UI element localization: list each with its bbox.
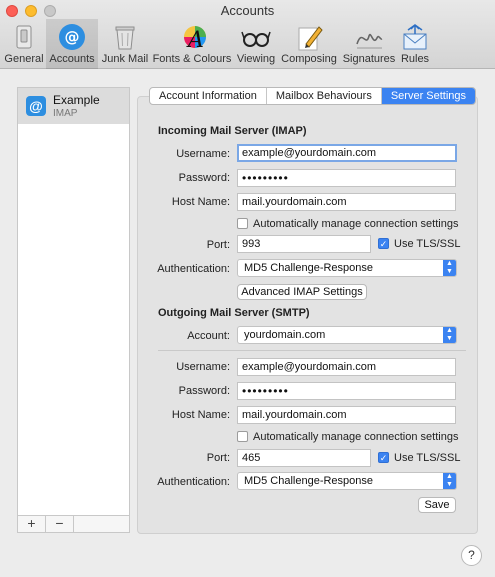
svg-text:@: @ xyxy=(65,28,80,46)
outgoing-section-title: Outgoing Mail Server (SMTP) xyxy=(158,307,310,319)
outgoing-tls-label: Use TLS/SSL xyxy=(394,452,461,464)
glasses-icon xyxy=(241,31,271,47)
chevron-up-down-icon: ▲ ▼ xyxy=(443,260,456,276)
outgoing-port-label: Port: xyxy=(206,452,230,464)
account-name: Example xyxy=(53,93,100,107)
toolbar-item-signatures[interactable]: Signatures xyxy=(340,19,398,69)
incoming-auth-value: MD5 Challenge-Response xyxy=(244,262,374,274)
incoming-tls-label: Use TLS/SSL xyxy=(394,238,461,250)
incoming-username-field[interactable]: example@yourdomain.com xyxy=(237,144,457,162)
outgoing-port-field[interactable]: 465 xyxy=(237,449,371,467)
pencil-icon xyxy=(298,26,323,51)
toolbar: Accounts General @ Accounts Junk Mail A … xyxy=(0,0,495,69)
incoming-tls-checkbox[interactable]: ✓ xyxy=(378,238,389,249)
toolbar-item-viewing[interactable]: Viewing xyxy=(234,19,278,69)
switch-icon xyxy=(16,25,32,49)
incoming-password-field[interactable]: ••••••••• xyxy=(237,169,456,187)
remove-account-button[interactable]: − xyxy=(46,516,74,532)
toolbar-label-rules: Rules xyxy=(400,53,430,65)
tab-account-information[interactable]: Account Information xyxy=(150,88,267,104)
add-account-button[interactable]: + xyxy=(18,516,46,532)
accounts-preferences-window: Accounts General @ Accounts Junk Mail A … xyxy=(0,0,495,577)
tab-mailbox-behaviours[interactable]: Mailbox Behaviours xyxy=(267,88,382,104)
outgoing-auth-select[interactable]: MD5 Challenge-Response ▲ ▼ xyxy=(237,472,457,490)
tab-server-settings[interactable]: Server Settings xyxy=(381,88,476,104)
toolbar-label-accounts: Accounts xyxy=(49,53,95,65)
incoming-port-field[interactable]: 993 xyxy=(237,235,371,253)
incoming-auto-manage-checkbox[interactable] xyxy=(237,218,248,229)
incoming-host-label: Host Name: xyxy=(171,196,230,208)
svg-text:A: A xyxy=(186,28,204,52)
incoming-port-label: Port: xyxy=(206,239,230,251)
toolbar-item-fonts-colours[interactable]: A Fonts & Colours xyxy=(152,19,232,69)
incoming-auth-select[interactable]: MD5 Challenge-Response ▲ ▼ xyxy=(237,259,457,277)
chevron-up-down-icon: ▲ ▼ xyxy=(443,473,456,489)
trash-bin-icon xyxy=(115,26,135,50)
incoming-username-label: Username: xyxy=(176,148,230,160)
toolbar-item-accounts[interactable]: @ Accounts xyxy=(46,19,98,69)
at-sign-icon: @ xyxy=(26,96,46,116)
outgoing-username-label: Username: xyxy=(176,361,230,373)
outgoing-auto-manage-checkbox[interactable] xyxy=(237,431,248,442)
toolbar-item-general[interactable]: General xyxy=(4,19,44,69)
outgoing-username-field[interactable]: example@yourdomain.com xyxy=(237,358,456,376)
account-type: IMAP xyxy=(53,108,78,119)
incoming-auto-manage-label: Automatically manage connection settings xyxy=(253,218,459,230)
incoming-host-field[interactable]: mail.yourdomain.com xyxy=(237,193,456,211)
toolbar-item-rules[interactable]: Rules xyxy=(398,19,432,69)
outgoing-auth-value: MD5 Challenge-Response xyxy=(244,475,374,487)
chevron-up-down-icon: ▲ ▼ xyxy=(443,327,456,343)
incoming-auth-label: Authentication: xyxy=(157,263,230,275)
advanced-imap-settings-button[interactable]: Advanced IMAP Settings xyxy=(237,284,367,300)
outgoing-password-field[interactable]: ••••••••• xyxy=(237,382,456,400)
outgoing-account-label: Account: xyxy=(187,330,230,342)
outgoing-password-label: Password: xyxy=(178,385,230,397)
accounts-sidebar: @ Example IMAP + − xyxy=(17,87,130,533)
window-title: Accounts xyxy=(220,3,275,18)
toolbar-label-general: General xyxy=(4,53,44,65)
save-button[interactable]: Save xyxy=(418,497,456,513)
at-sign-icon: @ xyxy=(59,24,85,50)
sidebar-bottom-bar: + − xyxy=(18,515,129,532)
outgoing-auto-manage-label: Automatically manage connection settings xyxy=(253,431,459,443)
outgoing-auth-label: Authentication: xyxy=(157,476,230,488)
color-font-icon: A xyxy=(184,26,206,52)
outgoing-host-label: Host Name: xyxy=(171,409,230,421)
toolbar-label-signatures: Signatures xyxy=(342,53,396,65)
settings-tabs: Account Information Mailbox Behaviours S… xyxy=(149,87,477,105)
toolbar-label-fonts-colours: Fonts & Colours xyxy=(152,53,232,65)
outgoing-account-value: yourdomain.com xyxy=(244,329,326,341)
toolbar-label-composing: Composing xyxy=(281,53,337,65)
account-list-item[interactable]: @ Example IMAP xyxy=(18,88,129,124)
rules-envelope-icon xyxy=(403,23,427,50)
incoming-section-title: Incoming Mail Server (IMAP) xyxy=(158,125,307,137)
section-divider xyxy=(158,350,466,351)
outgoing-account-select[interactable]: yourdomain.com ▲ ▼ xyxy=(237,326,457,344)
incoming-password-label: Password: xyxy=(178,172,230,184)
toolbar-item-junk-mail[interactable]: Junk Mail xyxy=(100,19,150,69)
help-button[interactable]: ? xyxy=(461,545,482,566)
toolbar-item-composing[interactable]: Composing xyxy=(280,19,338,69)
toolbar-label-viewing: Viewing xyxy=(236,53,276,65)
outgoing-host-field[interactable]: mail.yourdomain.com xyxy=(237,406,456,424)
toolbar-label-junk-mail: Junk Mail xyxy=(101,53,149,65)
signature-icon xyxy=(356,33,383,49)
outgoing-tls-checkbox[interactable]: ✓ xyxy=(378,452,389,463)
